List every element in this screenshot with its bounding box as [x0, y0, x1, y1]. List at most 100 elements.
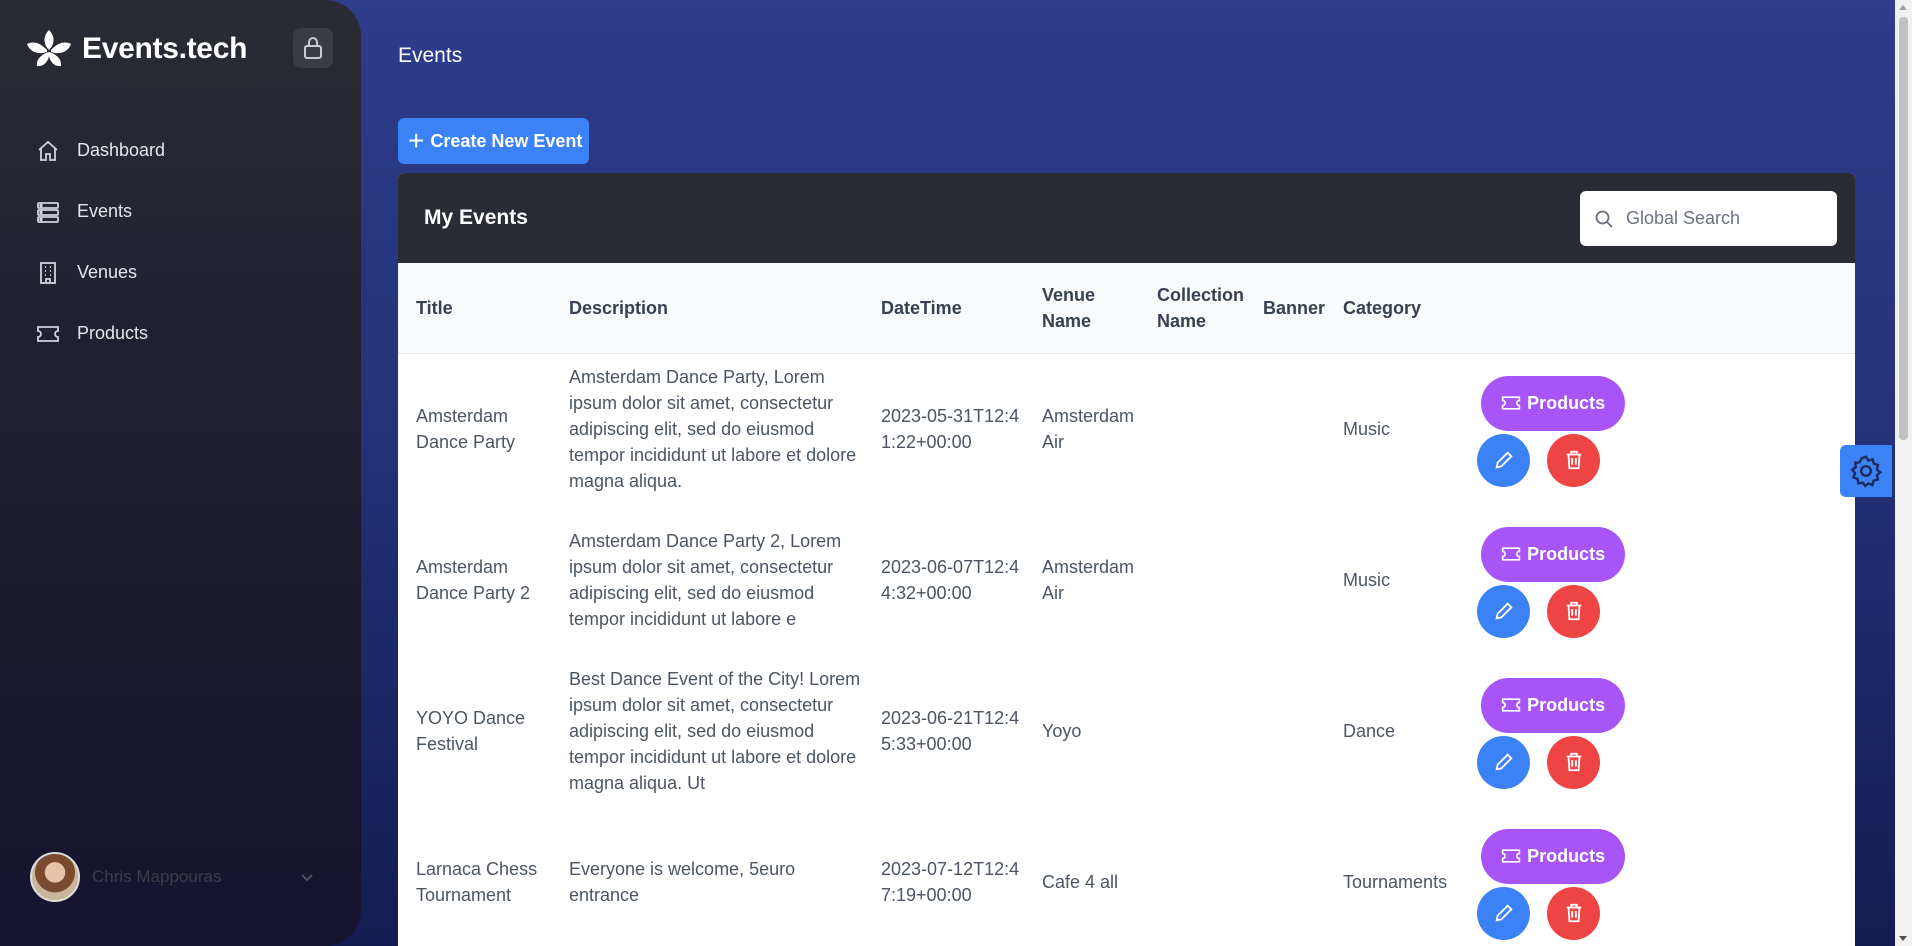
cell-collection [1139, 656, 1245, 807]
table-row: YOYO Dance Festival Best Dance Event of … [398, 656, 1855, 807]
cell-datetime: 2023-06-07T12:44:32+00:00 [881, 557, 1020, 603]
delete-button[interactable] [1547, 735, 1601, 789]
ticket-icon [1501, 396, 1521, 410]
cell-banner [1245, 505, 1325, 656]
edit-button[interactable] [1477, 886, 1531, 940]
search-icon [1595, 210, 1613, 228]
pencil-icon [1495, 602, 1513, 620]
lotus-logo-icon [27, 30, 71, 67]
products-button[interactable]: Products [1481, 677, 1626, 733]
scroll-down-arrow-icon[interactable] [1899, 936, 1907, 941]
brand-name: Events.tech [82, 32, 248, 65]
settings-button[interactable] [1840, 445, 1892, 497]
user-menu[interactable]: Chris Mappouras [30, 851, 330, 903]
trash-icon [1566, 903, 1581, 923]
card-header: My Events [398, 173, 1855, 263]
global-search[interactable] [1580, 191, 1837, 246]
cell-description: Best Dance Event of the City! Lorem ipsu… [569, 669, 861, 793]
cell-datetime: 2023-06-21T12:45:33+00:00 [881, 708, 1020, 754]
create-new-event-label: Create New Event [430, 130, 583, 151]
cell-title: Amsterdam Dance Party 2 [416, 557, 531, 603]
products-button[interactable]: Products [1481, 375, 1626, 431]
sidebar-item-label: Products [77, 323, 149, 343]
brand[interactable]: Events.tech [24, 26, 247, 72]
column-header-collection[interactable]: Collection Name [1139, 263, 1245, 353]
page-scrollbar[interactable] [1895, 0, 1912, 946]
trash-icon [1566, 601, 1581, 621]
delete-button[interactable] [1547, 584, 1601, 638]
edit-button[interactable] [1477, 584, 1531, 638]
column-header-venue[interactable]: Venue Name [1024, 263, 1139, 353]
column-header-banner[interactable]: Banner [1245, 263, 1325, 353]
cell-banner [1245, 353, 1325, 505]
cell-collection [1139, 353, 1245, 505]
cell-venue: Cafe 4 all [1042, 872, 1119, 892]
delete-button[interactable] [1547, 433, 1601, 487]
table-row: Amsterdam Dance Party Amsterdam Dance Pa… [398, 353, 1855, 505]
cell-category: Tournaments [1343, 872, 1448, 892]
search-input[interactable] [1626, 208, 1816, 229]
column-header-datetime[interactable]: DateTime [863, 263, 1024, 353]
products-button-label: Products [1527, 393, 1606, 413]
column-header-title[interactable]: Title [398, 263, 551, 353]
avatar [30, 852, 80, 902]
ticket-icon [1501, 547, 1521, 561]
cell-title: YOYO Dance Festival [416, 708, 526, 754]
cell-actions: Products [1447, 505, 1855, 656]
table-row: Larnaca Chess Tournament Everyone is wel… [398, 807, 1855, 946]
edit-button[interactable] [1477, 735, 1531, 789]
cell-description: Amsterdam Dance Party, Lorem ipsum dolor… [569, 367, 857, 491]
cell-banner [1245, 656, 1325, 807]
column-header-description[interactable]: Description [551, 263, 863, 353]
home-icon [38, 140, 58, 161]
products-button[interactable]: Products [1481, 828, 1626, 884]
cell-venue: Yoyo [1042, 721, 1082, 741]
plus-icon: + [408, 125, 425, 156]
ticket-icon [37, 325, 59, 342]
cell-description: Everyone is welcome, 5euro entrance [569, 859, 796, 905]
delete-button[interactable] [1547, 886, 1601, 940]
column-header-category[interactable]: Category [1325, 263, 1447, 353]
server-list-icon [37, 201, 59, 223]
events-table: Title Description DateTime Venue Name Co… [398, 263, 1855, 946]
column-header-actions [1447, 263, 1855, 353]
cell-venue: Amsterdam Air [1042, 406, 1135, 452]
sidebar-nav: Dashboard Events Venues Products [36, 120, 336, 364]
cell-category: Dance [1343, 721, 1396, 741]
cell-banner [1245, 807, 1325, 946]
table-header-row: Title Description DateTime Venue Name Co… [398, 263, 1855, 353]
products-button-label: Products [1527, 544, 1606, 564]
sidebar-item-dashboard[interactable]: Dashboard [36, 120, 336, 181]
ticket-icon [1501, 849, 1521, 863]
lock-sidebar-button[interactable] [293, 28, 333, 68]
cell-actions: Products [1447, 656, 1855, 807]
scroll-up-arrow-icon[interactable] [1899, 5, 1907, 10]
pencil-icon [1495, 451, 1513, 469]
sidebar-item-products[interactable]: Products [36, 303, 336, 364]
cell-collection [1139, 807, 1245, 946]
page-title: Events [398, 44, 463, 67]
products-button-label: Products [1527, 695, 1606, 715]
sidebar-item-events[interactable]: Events [36, 181, 336, 242]
cell-category: Music [1343, 570, 1391, 590]
chevron-down-icon [301, 874, 313, 882]
user-name: Chris Mappouras [92, 867, 222, 886]
card-title: My Events [424, 206, 528, 229]
events-card: My Events Title Description DateTime Ven… [398, 173, 1855, 946]
scroll-thumb[interactable] [1899, 17, 1908, 440]
cell-collection [1139, 505, 1245, 656]
ticket-icon [1501, 698, 1521, 712]
cell-actions: Products [1447, 807, 1855, 946]
building-icon [40, 261, 56, 284]
sidebar-item-label: Dashboard [77, 140, 166, 160]
lock-icon [304, 37, 322, 59]
products-button[interactable]: Products [1481, 526, 1626, 582]
sidebar-item-label: Events [77, 201, 133, 221]
cell-venue: Amsterdam Air [1042, 557, 1135, 603]
edit-button[interactable] [1477, 433, 1531, 487]
products-button-label: Products [1527, 846, 1606, 866]
create-new-event-button[interactable]: + Create New Event [398, 118, 589, 164]
cell-title: Larnaca Chess Tournament [416, 859, 538, 905]
sidebar-item-venues[interactable]: Venues [36, 242, 336, 303]
cell-category: Music [1343, 419, 1391, 439]
